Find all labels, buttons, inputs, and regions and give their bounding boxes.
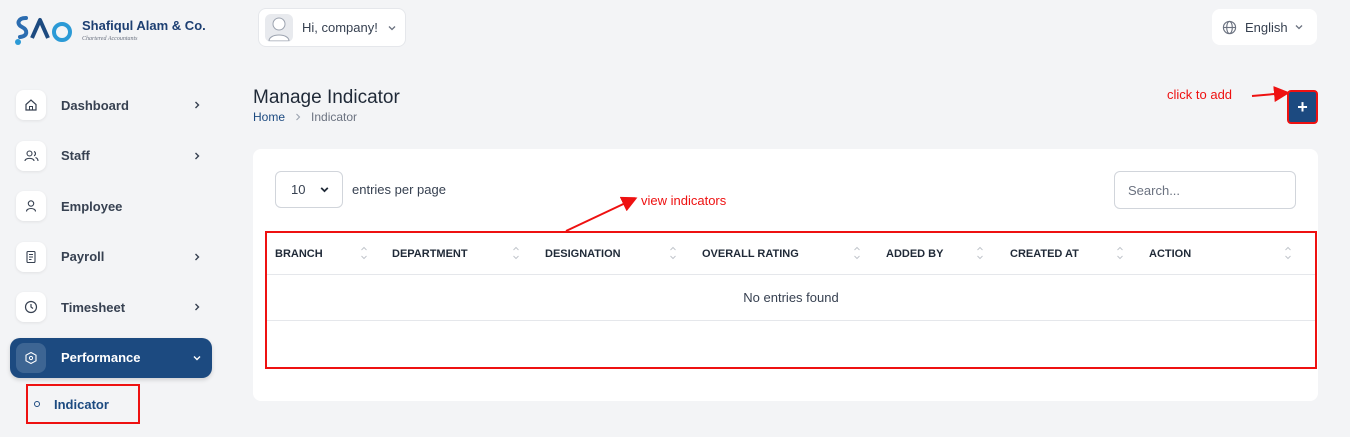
column-label: ADDED BY [886,248,944,260]
clock-icon [16,292,46,322]
sort-icon [977,246,983,260]
chevron-right-icon [195,303,200,311]
column-header-action[interactable]: ACTION [1149,233,1291,275]
column-header-overall-rating[interactable]: OVERALL RATING [702,233,860,275]
entries-per-page-label: entries per page [352,182,446,197]
home-icon [16,90,46,120]
table-header: BRANCH DEPARTMENT DESIGNATION OVERALL RA… [267,233,1315,275]
sidebar-item-label: Employee [61,198,123,214]
sort-icon [670,246,676,260]
column-label: BRANCH [275,248,323,260]
column-header-created-at[interactable]: CREATED AT [1010,233,1123,275]
chevron-down-icon [388,25,396,30]
breadcrumb-current: Indicator [311,110,358,124]
column-label: OVERALL RATING [702,248,799,260]
globe-icon [1222,20,1237,34]
arrow-to-add-button [1251,86,1290,103]
column-label: DEPARTMENT [392,248,468,260]
breadcrumb-home-link[interactable]: Home [253,110,285,124]
sidebar-subitem-label: Indicator [54,396,109,412]
language-selector[interactable]: English [1212,9,1317,45]
cube-icon [16,342,46,373]
sidebar-item-dashboard[interactable]: Dashboard [10,85,212,125]
chevron-right-icon [195,253,200,260]
language-label: English [1245,19,1288,35]
page-title: Manage Indicator [253,87,400,108]
avatar [265,13,293,42]
sidebar-item-staff[interactable]: Staff [10,136,212,176]
chevron-down-icon [320,187,329,193]
annotation-click-to-add: click to add [1167,87,1233,102]
chevron-down-icon [193,355,201,360]
company-subtitle: Chartered Accountants [82,36,138,42]
chevron-down-icon [1295,25,1303,30]
sidebar-item-performance[interactable]: Performance [10,337,212,378]
indicator-table: BRANCH DEPARTMENT DESIGNATION OVERALL RA… [265,231,1317,369]
entries-per-page-value: 10 [291,182,306,197]
sidebar-item-label: Staff [61,148,90,163]
avatar-placeholder-icon [268,17,290,41]
search-input[interactable] [1114,171,1296,209]
empty-table-message: No entries found [267,275,1315,321]
chevron-right-icon [296,113,301,121]
sort-icon [854,246,860,260]
user-menu[interactable]: Hi, company! [258,8,406,47]
breadcrumb: Home Indicator [253,110,357,124]
users-icon [16,140,46,171]
indicator-table-card: 10 entries per page BRANCH DEPARTMENT DE… [253,149,1318,401]
column-label: DESIGNATION [545,248,621,260]
sort-icon [361,246,367,260]
column-label: CREATED AT [1010,248,1079,260]
sidebar-item-payroll[interactable]: Payroll [10,237,212,277]
chevron-right-icon [195,101,200,109]
sidebar-item-employee[interactable]: Employee [10,186,212,226]
sidebar-item-label: Dashboard [61,97,129,113]
user-icon [16,191,46,221]
entries-per-page-select[interactable]: 10 [275,171,343,208]
column-header-branch[interactable]: BRANCH [275,233,367,275]
user-greeting: Hi, company! [302,20,378,35]
sort-icon [1117,246,1123,260]
bullet-icon [34,401,40,407]
company-logo[interactable]: Shafiqul Alam & Co. Chartered Accountant… [12,12,206,48]
column-label: ACTION [1149,248,1192,260]
column-header-designation[interactable]: DESIGNATION [545,233,676,275]
logo-mark-icon [15,16,72,45]
sidebar-item-label: Performance [61,350,141,365]
company-name: Shafiqul Alam & Co. [82,18,206,33]
sidebar: Dashboard Staff Employee Payroll Timeshe… [10,85,212,388]
add-indicator-button[interactable]: + [1287,90,1318,124]
column-header-department[interactable]: DEPARTMENT [392,233,519,275]
sidebar-subitem-indicator[interactable]: Indicator [26,384,140,424]
chevron-right-icon [195,152,200,159]
sort-icon [1285,246,1291,260]
column-header-added-by[interactable]: ADDED BY [886,233,983,275]
sidebar-item-label: Payroll [61,249,105,264]
receipt-icon [16,241,46,272]
annotation-view-indicators: view indicators [641,193,727,208]
sort-icon [513,246,519,260]
sidebar-item-timesheet[interactable]: Timesheet [10,287,212,327]
sidebar-item-label: Timesheet [61,299,126,315]
